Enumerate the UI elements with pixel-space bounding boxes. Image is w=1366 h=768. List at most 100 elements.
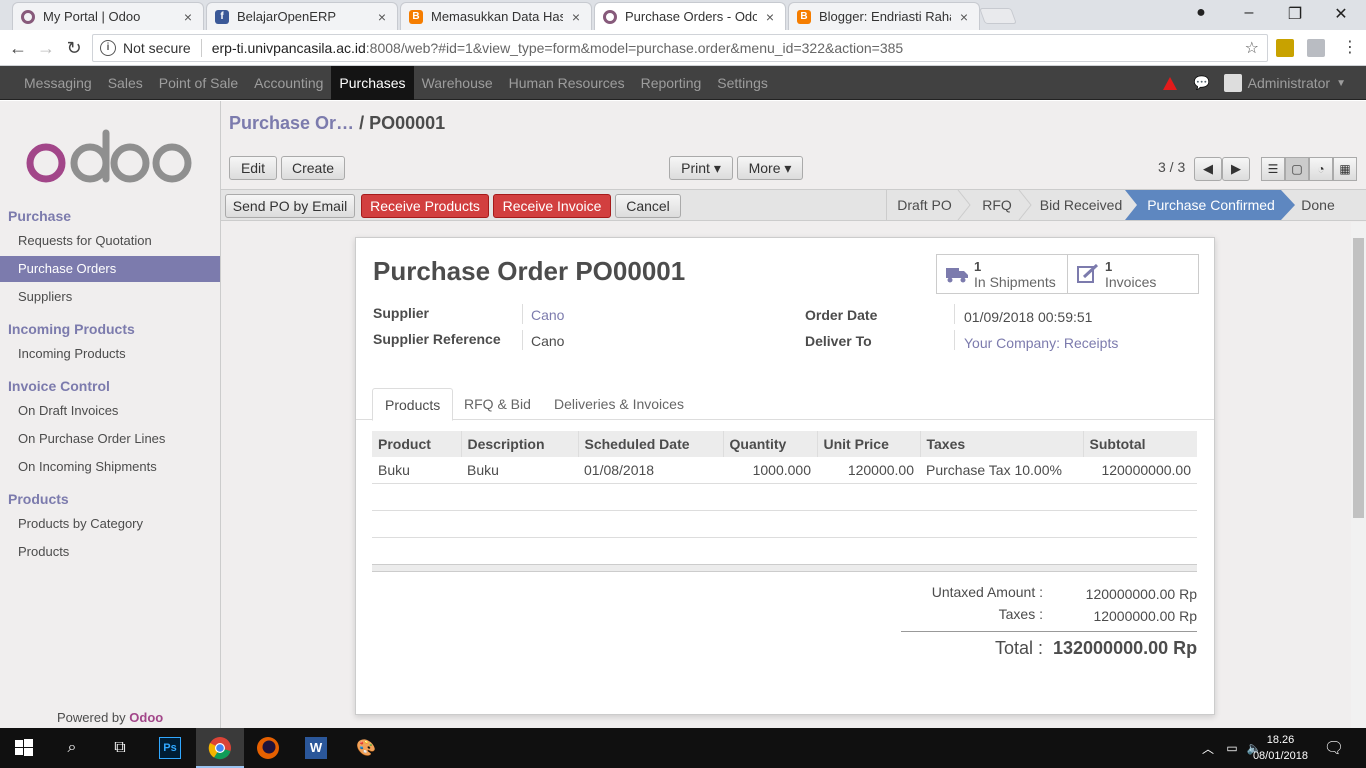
tab-deliveries-invoices[interactable]: Deliveries & Invoices — [542, 388, 696, 421]
back-arrow-icon[interactable]: ← — [6, 36, 30, 60]
receive-invoice-button[interactable]: Receive Invoice — [493, 194, 611, 218]
close-icon[interactable]: × — [569, 9, 583, 25]
create-button[interactable]: Create — [281, 156, 345, 180]
browser-tab-active[interactable]: Purchase Orders - Odoo × — [594, 2, 786, 30]
clock[interactable]: 18.26 08/01/2018 — [1253, 732, 1308, 764]
star-icon[interactable]: ☆ — [1245, 38, 1259, 58]
next-arrow-icon[interactable]: ▶ — [1222, 157, 1250, 181]
new-tab-button[interactable] — [979, 8, 1017, 24]
reload-icon[interactable]: ↻ — [62, 36, 86, 60]
browser-tab[interactable]: B Memasukkan Data Hasil × — [400, 2, 592, 30]
menu-sales[interactable]: Sales — [100, 66, 151, 100]
extension-icon[interactable] — [1276, 39, 1294, 57]
paint-icon[interactable]: 🎨 — [352, 734, 380, 762]
word-icon[interactable]: W — [302, 734, 330, 762]
url-input[interactable]: i Not secure erp-ti.univpancasila.ac.id … — [92, 34, 1268, 62]
search-icon[interactable]: ⌕ — [58, 734, 86, 762]
menu-settings[interactable]: Settings — [709, 66, 776, 100]
table-row[interactable]: Buku Buku 01/08/2018 1000.000 120000.00 … — [372, 457, 1197, 484]
windows-start-icon[interactable] — [10, 734, 38, 762]
menu-messaging[interactable]: Messaging — [16, 66, 100, 100]
profile-icon[interactable]: ● — [1186, 4, 1216, 22]
in-shipments-button[interactable]: 1 In Shipments — [936, 254, 1068, 294]
scrollbar[interactable] — [1351, 222, 1366, 728]
more-button[interactable]: More ▾ — [737, 156, 803, 180]
sidebar-item-on-incoming-shipments[interactable]: On Incoming Shipments — [0, 454, 220, 480]
calendar-view-icon[interactable]: ▦ — [1333, 157, 1357, 181]
cancel-button[interactable]: Cancel — [615, 194, 681, 218]
stage-rfq[interactable]: RFQ — [971, 190, 1023, 220]
invoices-button[interactable]: 1 Invoices — [1067, 254, 1199, 294]
stage-purchase-confirmed[interactable]: Purchase Confirmed — [1141, 190, 1281, 220]
photoshop-icon[interactable]: Ps — [156, 734, 184, 762]
menu-point-of-sale[interactable]: Point of Sale — [151, 66, 246, 100]
sidebar-item-suppliers[interactable]: Suppliers — [0, 284, 220, 310]
browser-tab[interactable]: My Portal | Odoo × — [12, 2, 204, 30]
sidebar-item-purchase-orders[interactable]: Purchase Orders — [0, 256, 220, 282]
column-header[interactable]: Unit Price — [816, 431, 920, 457]
notification-icon[interactable]: 🗨 — [1320, 734, 1348, 762]
sidebar-item-on-purchase-order-lines[interactable]: On Purchase Order Lines — [0, 426, 220, 452]
firefox-icon[interactable] — [254, 734, 282, 762]
close-icon[interactable]: × — [375, 9, 389, 25]
truck-icon — [946, 268, 968, 283]
user-name[interactable]: Administrator — [1248, 75, 1330, 91]
previous-arrow-icon[interactable]: ◀ — [1194, 157, 1222, 181]
forward-arrow-icon[interactable]: → — [34, 36, 58, 60]
stage-bid-received[interactable]: Bid Received — [1033, 190, 1129, 220]
warning-icon[interactable] — [1163, 76, 1178, 90]
chevron-down-icon[interactable]: ▼ — [1336, 78, 1346, 89]
task-view-icon[interactable]: ⧉ — [106, 734, 134, 762]
column-header[interactable]: Subtotal — [1082, 431, 1197, 457]
table-row-empty — [372, 483, 1197, 511]
main-content: Purchase Or… / PO00001 Edit Create Print… — [221, 101, 1366, 728]
column-header[interactable]: Product — [372, 431, 461, 457]
tab-products[interactable]: Products — [372, 388, 454, 421]
stage-done[interactable]: Done — [1295, 190, 1341, 220]
deliver-to-link[interactable]: Your Company: Receipts — [964, 335, 1118, 351]
chat-icon[interactable]: 💬 — [1193, 75, 1209, 91]
tab-rfq-bid[interactable]: RFQ & Bid — [452, 388, 543, 421]
breadcrumb-parent[interactable]: Purchase Or… — [229, 113, 354, 133]
menu-accounting[interactable]: Accounting — [246, 66, 331, 100]
browser-tab[interactable]: B Blogger: Endriasti Rahayu × — [788, 2, 980, 30]
column-header[interactable]: Taxes — [919, 431, 1083, 457]
menu-warehouse[interactable]: Warehouse — [414, 66, 501, 100]
graph-view-icon[interactable]: ◔ — [1309, 157, 1333, 181]
close-icon[interactable]: × — [957, 9, 971, 25]
supplier-link[interactable]: Cano — [531, 307, 564, 323]
form-view-icon[interactable]: ▢ — [1285, 157, 1309, 181]
info-icon[interactable]: i — [100, 40, 116, 56]
menu-icon[interactable]: ⋮ — [1338, 36, 1362, 60]
extension-icon[interactable] — [1307, 39, 1325, 57]
browser-tab[interactable]: f BelajarOpenERP × — [206, 2, 398, 30]
sidebar-item-incoming-products[interactable]: Incoming Products — [0, 341, 220, 367]
send-po-by-email-button[interactable]: Send PO by Email — [225, 194, 355, 218]
scrollbar-thumb[interactable] — [1353, 238, 1364, 518]
receive-products-button[interactable]: Receive Products — [361, 194, 489, 218]
menu-reporting[interactable]: Reporting — [633, 66, 710, 100]
edit-button[interactable]: Edit — [229, 156, 277, 180]
sidebar-item-on-draft-invoices[interactable]: On Draft Invoices — [0, 398, 220, 424]
avatar[interactable] — [1223, 74, 1242, 92]
close-icon[interactable]: × — [763, 9, 777, 25]
chrome-icon[interactable] — [206, 734, 234, 762]
close-icon[interactable]: × — [181, 9, 195, 25]
column-header[interactable]: Quantity — [722, 431, 817, 457]
list-view-icon[interactable]: ☰ — [1261, 157, 1285, 181]
restore-button[interactable]: ❐ — [1280, 4, 1310, 24]
sidebar-item-products[interactable]: Products — [0, 539, 220, 565]
powered-by[interactable]: Powered by Odoo — [57, 710, 163, 725]
sidebar-item-products-by-category[interactable]: Products by Category — [0, 511, 220, 537]
menu-human-resources[interactable]: Human Resources — [501, 66, 633, 100]
cell-description: Buku — [461, 457, 578, 484]
minimize-button[interactable]: – — [1234, 4, 1264, 22]
close-window-button[interactable]: ✕ — [1326, 4, 1356, 24]
table-footer — [372, 564, 1197, 572]
sidebar-item-requests-for-quotation[interactable]: Requests for Quotation — [0, 228, 220, 254]
print-button[interactable]: Print ▾ — [669, 156, 733, 180]
column-header[interactable]: Description — [460, 431, 578, 457]
stage-draft-po[interactable]: Draft PO — [886, 190, 962, 220]
column-header[interactable]: Scheduled Date — [577, 431, 723, 457]
menu-purchases[interactable]: Purchases — [331, 66, 414, 100]
